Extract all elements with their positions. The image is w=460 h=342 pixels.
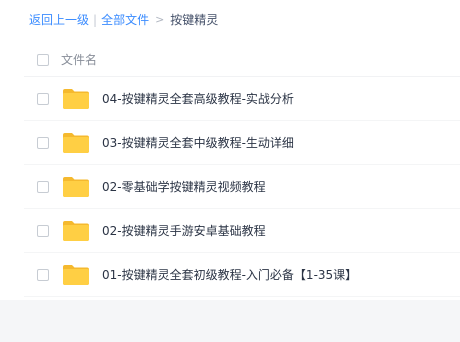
folder-icon [63,265,89,285]
folder-icon [63,133,89,153]
row-checkbox[interactable] [37,137,49,149]
list-header: 文件名 [24,45,460,77]
file-name[interactable]: 02-零基础学按键精灵视频教程 [102,178,266,196]
all-files-link[interactable]: 全部文件 [101,11,149,29]
file-browser-panel: 返回上一级 | 全部文件 > 按键精灵 文件名 04-按键精灵全套高级教程-实战… [0,0,460,342]
list-item[interactable]: 02-按键精灵手游安卓基础教程 [24,209,460,253]
breadcrumb: 返回上一级 | 全部文件 > 按键精灵 [29,11,218,29]
list-item[interactable]: 02-零基础学按键精灵视频教程 [24,165,460,209]
name-column-header[interactable]: 文件名 [61,51,97,69]
folder-icon [63,221,89,241]
row-checkbox[interactable] [37,93,49,105]
list-item[interactable]: 03-按键精灵全套中级教程-生动详细 [24,121,460,165]
select-all-checkbox[interactable] [37,54,49,66]
list-footer-area [0,300,460,342]
current-folder-label: 按键精灵 [170,13,219,27]
file-name[interactable]: 02-按键精灵手游安卓基础教程 [102,222,266,240]
row-checkbox[interactable] [37,269,49,281]
row-checkbox[interactable] [37,181,49,193]
file-list: 04-按键精灵全套高级教程-实战分析 03-按键精灵全套中级教程-生动详细 02… [24,77,460,297]
breadcrumb-arrow-icon: > [155,13,165,26]
file-name[interactable]: 03-按键精灵全套中级教程-生动详细 [102,134,294,152]
file-name[interactable]: 04-按键精灵全套高级教程-实战分析 [102,90,294,108]
breadcrumb-separator: | [93,13,98,27]
folder-icon [63,89,89,109]
list-item[interactable]: 04-按键精灵全套高级教程-实战分析 [24,77,460,121]
folder-icon [63,177,89,197]
file-name[interactable]: 01-按键精灵全套初级教程-入门必备【1-35课】 [102,266,357,284]
back-link[interactable]: 返回上一级 [29,11,89,29]
row-checkbox[interactable] [37,225,49,237]
list-item[interactable]: 01-按键精灵全套初级教程-入门必备【1-35课】 [24,253,460,297]
